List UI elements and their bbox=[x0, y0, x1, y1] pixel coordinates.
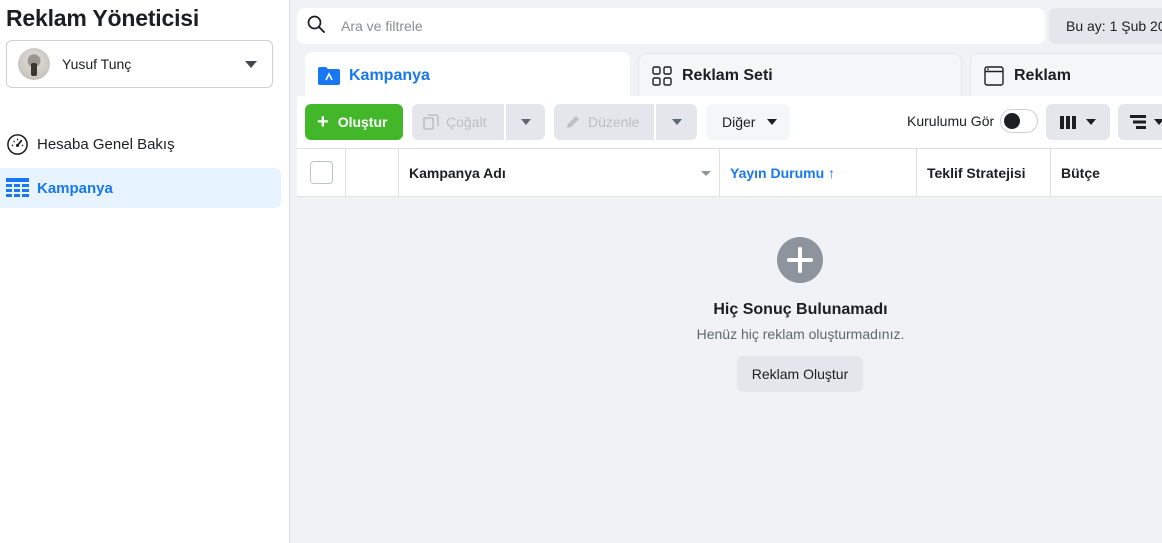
empty-state-title: Hiç Sonuç Bulunamadı bbox=[713, 301, 888, 318]
create-button[interactable]: + Oluştur bbox=[305, 104, 403, 140]
select-all-checkbox[interactable] bbox=[309, 161, 333, 184]
folder-icon bbox=[318, 65, 340, 87]
avatar bbox=[18, 48, 50, 80]
columns-icon bbox=[1060, 115, 1076, 129]
columns-button[interactable] bbox=[1046, 104, 1110, 140]
column-header-budget[interactable]: Bütçe bbox=[1051, 149, 1162, 196]
chevron-down-icon bbox=[245, 61, 257, 68]
tab-ad-set[interactable]: Reklam Seti bbox=[638, 53, 962, 97]
chevron-down-icon bbox=[671, 119, 682, 125]
column-header-status-toggle bbox=[346, 149, 399, 196]
sidebar-item-account-overview[interactable]: Hesaba Genel Bakış bbox=[0, 124, 281, 164]
empty-state-subtitle: Henüz hiç reklam oluşturmadınız. bbox=[696, 326, 905, 342]
create-label: Oluştur bbox=[337, 114, 388, 130]
grid-squares-icon bbox=[651, 65, 673, 87]
chevron-down-icon bbox=[520, 119, 531, 125]
more-button[interactable]: Diğer bbox=[706, 104, 790, 140]
tab-ad[interactable]: Reklam bbox=[970, 53, 1162, 97]
setup-view-label: Kurulumu Gör bbox=[907, 113, 995, 129]
plus-icon: + bbox=[317, 111, 329, 133]
tab-label: Kampanya bbox=[349, 66, 430, 84]
column-header-campaign-name[interactable]: Kampanya Adı bbox=[399, 149, 720, 196]
chevron-down-icon bbox=[1086, 119, 1096, 125]
main-area: Ara ve filtrele Bu ay: 1 Şub 20 Kampanya… bbox=[290, 0, 1162, 543]
column-header-label: Kampanya Adı bbox=[409, 164, 506, 181]
chevron-down-icon bbox=[1154, 119, 1162, 125]
pencil-icon bbox=[565, 114, 581, 130]
create-ad-button[interactable]: Reklam Oluştur bbox=[737, 356, 863, 392]
duplicate-dropdown-button[interactable] bbox=[506, 104, 545, 140]
tab-label: Reklam Seti bbox=[682, 66, 773, 84]
sidebar: Reklam Yöneticisi Yusuf Tunç Hesaba Gene… bbox=[0, 0, 290, 543]
date-range-button[interactable]: Bu ay: 1 Şub 20 bbox=[1049, 8, 1162, 44]
chevron-down-icon bbox=[767, 119, 778, 125]
add-circle-icon bbox=[777, 237, 823, 283]
toolbar: + Oluştur Çoğalt Düzenle Diğer Kurulumu … bbox=[297, 96, 1162, 148]
breakdown-button[interactable] bbox=[1118, 104, 1162, 140]
account-selector[interactable]: Yusuf Tunç bbox=[6, 40, 273, 88]
duplicate-label: Çoğalt bbox=[446, 114, 487, 130]
empty-state: Hiç Sonuç Bulunamadı Henüz hiç reklam ol… bbox=[297, 197, 1162, 543]
edit-label: Düzenle bbox=[588, 114, 640, 130]
gauge-icon bbox=[6, 133, 29, 156]
copy-icon bbox=[423, 114, 439, 130]
sidebar-item-label: Kampanya bbox=[37, 179, 113, 197]
search-input[interactable]: Ara ve filtrele bbox=[341, 18, 423, 34]
tab-campaign[interactable]: Kampanya bbox=[305, 52, 630, 98]
table-header: Kampanya Adı Yayın Durumu ↑ Teklif Strat… bbox=[297, 148, 1162, 197]
column-header-label: Bütçe bbox=[1061, 164, 1100, 181]
ad-window-icon bbox=[983, 65, 1005, 87]
column-header-delivery[interactable]: Yayın Durumu ↑ bbox=[720, 149, 917, 196]
table-grid-icon bbox=[6, 177, 29, 200]
more-label: Diğer bbox=[722, 114, 756, 130]
sidebar-item-label: Hesaba Genel Bakış bbox=[37, 135, 175, 153]
column-header-bid-strategy[interactable]: Teklif Stratejisi bbox=[917, 149, 1051, 196]
search-bar[interactable]: Ara ve filtrele bbox=[297, 8, 1045, 44]
sidebar-item-campaign[interactable]: Kampanya bbox=[0, 168, 281, 208]
edit-dropdown-button[interactable] bbox=[656, 104, 697, 140]
app-title: Reklam Yöneticisi bbox=[6, 5, 200, 31]
account-name: Yusuf Tunç bbox=[62, 56, 132, 72]
edit-button[interactable]: Düzenle bbox=[554, 104, 654, 140]
setup-view-toggle[interactable] bbox=[1000, 109, 1038, 133]
breakdown-icon bbox=[1130, 115, 1146, 129]
campaign-panel: + Oluştur Çoğalt Düzenle Diğer Kurulumu … bbox=[297, 96, 1162, 543]
column-header-label: Yayın Durumu ↑ bbox=[730, 164, 836, 181]
select-all-cell bbox=[297, 149, 346, 196]
search-icon bbox=[307, 15, 325, 38]
duplicate-button[interactable]: Çoğalt bbox=[412, 104, 504, 140]
column-header-label: Teklif Stratejisi bbox=[927, 164, 1026, 181]
tab-label: Reklam bbox=[1014, 66, 1071, 84]
chevron-down-icon bbox=[701, 171, 711, 176]
